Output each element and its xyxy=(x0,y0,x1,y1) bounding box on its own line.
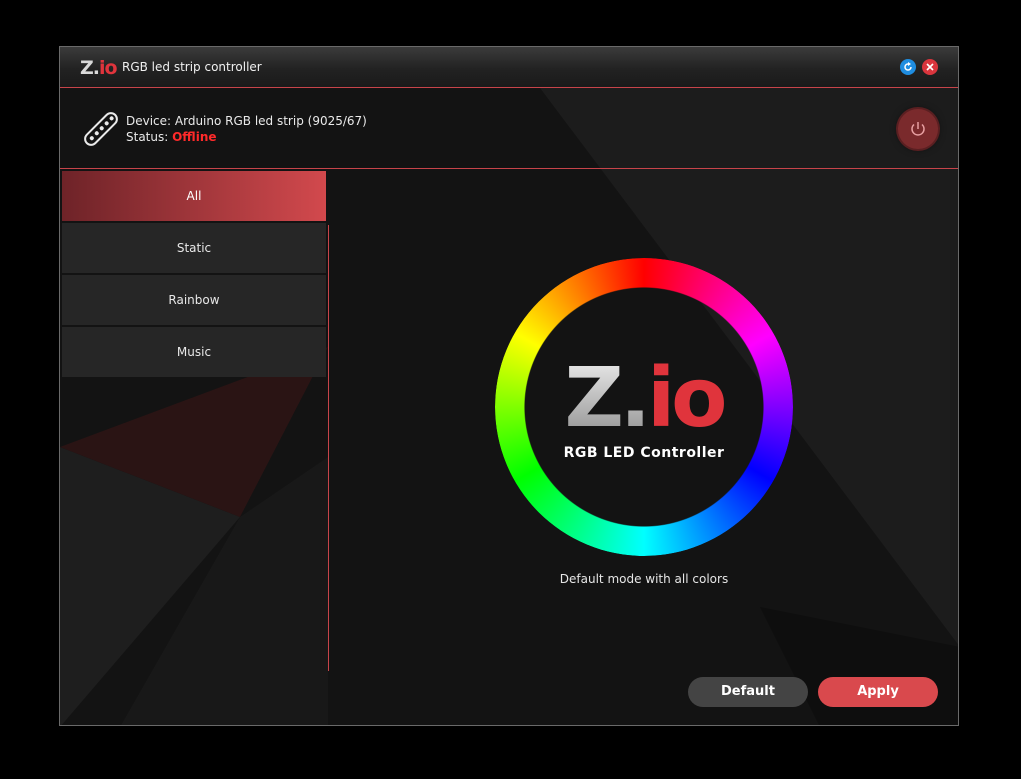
title-bar: Z.io RGB led strip controller xyxy=(60,47,958,88)
led-strip-icon xyxy=(84,112,118,146)
device-status: Status: Offline xyxy=(126,129,367,145)
device-info-bar: Device: Arduino RGB led strip (9025/67) … xyxy=(60,89,958,169)
mode-item-static[interactable]: Static xyxy=(62,223,326,273)
refresh-button[interactable] xyxy=(900,59,916,75)
mode-item-rainbow[interactable]: Rainbow xyxy=(62,275,326,325)
power-button[interactable] xyxy=(898,109,938,149)
status-label: Status: xyxy=(126,130,173,144)
app-title: RGB led strip controller xyxy=(122,60,262,74)
default-button[interactable]: Default xyxy=(688,677,808,707)
refresh-icon xyxy=(904,62,912,71)
logo-subtitle: RGB LED Controller xyxy=(563,445,725,461)
close-icon xyxy=(926,63,934,71)
device-details: Device: Arduino RGB led strip (9025/67) … xyxy=(126,113,367,145)
zio-logo: Z.io xyxy=(564,351,727,446)
mode-sidebar: All Static Rainbow Music xyxy=(62,171,327,379)
mode-description: Default mode with all colors xyxy=(559,572,729,586)
apply-button[interactable]: Apply xyxy=(818,677,938,707)
status-value: Offline xyxy=(172,130,217,144)
app-logo: Z.io xyxy=(80,57,118,79)
device-name: Device: Arduino RGB led strip (9025/67) xyxy=(126,114,367,128)
sidebar-divider xyxy=(328,225,329,671)
app-window: Z.io RGB led strip controller Device: Ar… xyxy=(59,46,959,726)
mode-item-all[interactable]: All xyxy=(62,171,326,221)
wheel-logo: Z.io RGB LED Controller xyxy=(495,258,793,556)
close-button[interactable] xyxy=(922,59,938,75)
color-wheel: Z.io RGB LED Controller xyxy=(495,258,793,556)
power-icon xyxy=(911,122,925,136)
mode-item-music[interactable]: Music xyxy=(62,327,326,377)
